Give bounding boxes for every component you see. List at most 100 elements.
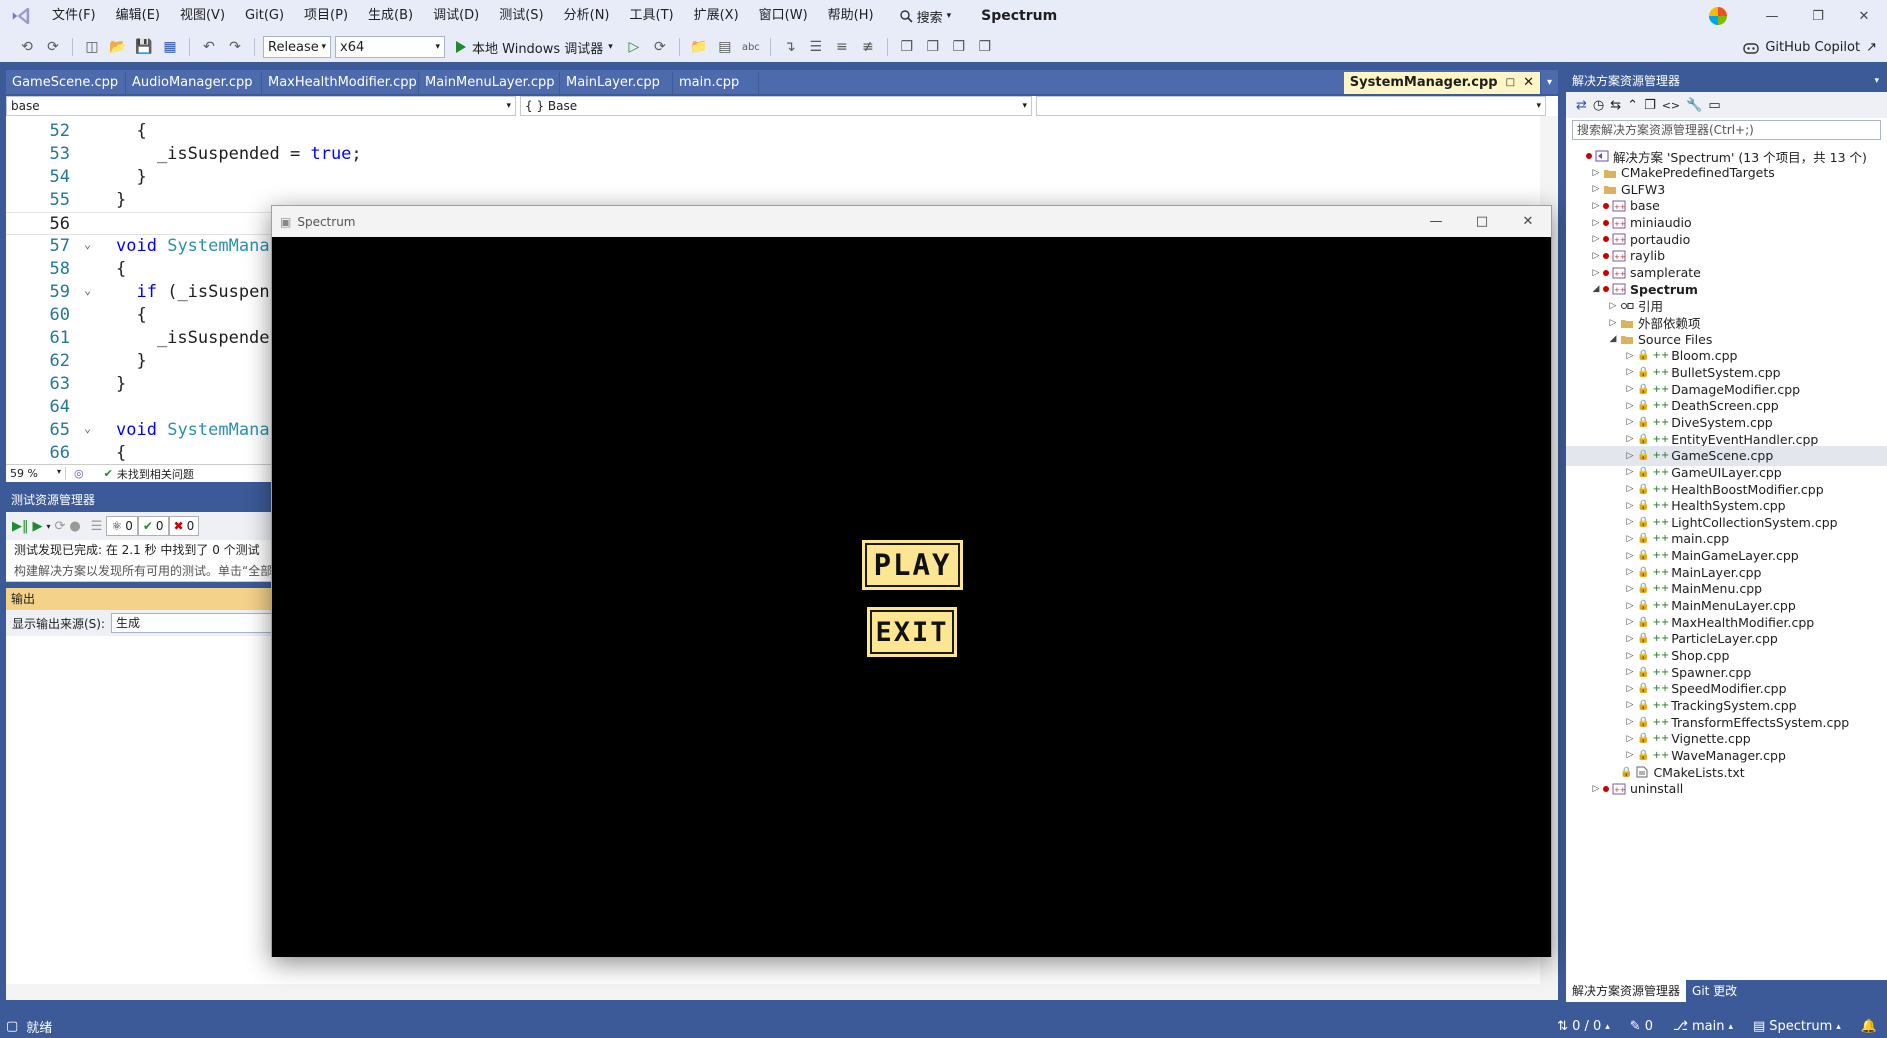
bottom-tab[interactable]: Git 更改 bbox=[1686, 980, 1743, 1002]
edit-count[interactable]: ✎ 0 bbox=[1620, 1019, 1663, 1034]
game-window[interactable]: ▣ Spectrum — □ ✕ PLAY EXIT bbox=[271, 205, 1552, 957]
expander-icon[interactable]: ▷ bbox=[1589, 184, 1603, 194]
menu-item[interactable]: 文件(F) bbox=[42, 0, 106, 32]
test-count-passed[interactable]: ✔ 0 bbox=[137, 516, 169, 536]
expander-icon[interactable]: ▷ bbox=[1623, 584, 1637, 594]
expander-icon[interactable]: ▷ bbox=[1623, 467, 1637, 477]
back-icon[interactable]: ⟲ bbox=[16, 36, 38, 58]
bookmark-icon[interactable]: ❒ bbox=[896, 36, 918, 58]
chevron-down-icon[interactable]: ▾ bbox=[47, 522, 51, 531]
github-copilot-button[interactable]: GitHub Copilot ↗ bbox=[1743, 40, 1887, 55]
new-project-icon[interactable]: ◫ bbox=[81, 36, 103, 58]
save-icon[interactable]: 💾 bbox=[133, 36, 155, 58]
open-folder-icon[interactable]: 📂 bbox=[107, 36, 129, 58]
comment-icon[interactable]: ≡ bbox=[831, 36, 853, 58]
tab-document[interactable]: MainMenuLayer.cpp bbox=[419, 72, 560, 94]
editor-horizontal-scrollbar[interactable] bbox=[6, 984, 1540, 1000]
expander-icon[interactable]: ▷ bbox=[1623, 617, 1637, 627]
share-icon[interactable]: ↗ bbox=[1866, 40, 1877, 55]
expander-icon[interactable]: ▷ bbox=[1623, 634, 1637, 644]
game-minimize-button[interactable]: — bbox=[1413, 206, 1459, 238]
expander-icon[interactable]: ▷ bbox=[1623, 417, 1637, 427]
panel-options-icon[interactable]: ▾ bbox=[1874, 70, 1879, 92]
menu-item[interactable]: 窗口(W) bbox=[749, 0, 818, 32]
expander-icon[interactable]: ▷ bbox=[1623, 534, 1637, 544]
restart-icon[interactable]: ⟳ bbox=[649, 36, 671, 58]
undo-icon[interactable]: ↶ bbox=[198, 36, 220, 58]
expander-icon[interactable]: ◢ bbox=[1589, 284, 1603, 294]
expander-icon[interactable]: ▷ bbox=[1623, 601, 1637, 611]
expander-icon[interactable]: ▷ bbox=[1589, 268, 1603, 278]
branch-selector[interactable]: ⎇ main ▴ bbox=[1663, 1019, 1743, 1034]
start-without-debugging-icon[interactable]: ▷ bbox=[623, 36, 645, 58]
repeat-run-icon[interactable]: ⟳ bbox=[55, 519, 66, 534]
uncomment-icon[interactable]: ≢ bbox=[857, 36, 879, 58]
run-tests-icon[interactable]: ▶ bbox=[33, 519, 43, 534]
prev-bookmark-icon[interactable]: ❒ bbox=[922, 36, 944, 58]
expander-icon[interactable]: ◢ bbox=[1606, 334, 1620, 344]
member-dropdown[interactable]: ▾ bbox=[1036, 96, 1546, 116]
properties-icon[interactable]: 🔧 bbox=[1686, 98, 1702, 113]
expander-icon[interactable]: ▷ bbox=[1623, 501, 1637, 511]
solution-explorer-icon[interactable]: 📁 bbox=[688, 36, 710, 58]
menu-item[interactable]: 编辑(E) bbox=[106, 0, 170, 32]
menu-item[interactable]: 调试(D) bbox=[423, 0, 489, 32]
fold-toggle-icon[interactable]: ⌄ bbox=[84, 233, 91, 256]
layout-icon[interactable]: ▤ bbox=[714, 36, 736, 58]
fold-toggle-icon[interactable]: ⌄ bbox=[84, 417, 91, 440]
expander-icon[interactable]: ▷ bbox=[1623, 451, 1637, 461]
expander-icon[interactable]: ▷ bbox=[1589, 251, 1603, 261]
expander-icon[interactable]: ▷ bbox=[1623, 351, 1637, 361]
swap-views-icon[interactable]: ⇆ bbox=[1610, 98, 1621, 113]
tab-document[interactable]: main.cpp bbox=[673, 72, 759, 94]
forward-icon[interactable]: ⟳ bbox=[42, 36, 64, 58]
expander-icon[interactable]: ▷ bbox=[1623, 401, 1637, 411]
tab-overflow-icon[interactable]: ▾ bbox=[1541, 72, 1558, 94]
code-line[interactable]: 52 { bbox=[6, 120, 1558, 143]
format-icon[interactable]: ☰ bbox=[805, 36, 827, 58]
game-canvas[interactable]: PLAY EXIT bbox=[272, 237, 1551, 957]
expander-icon[interactable]: ▷ bbox=[1623, 667, 1637, 677]
expander-icon[interactable]: ▷ bbox=[1589, 168, 1603, 178]
expander-icon[interactable]: ▷ bbox=[1623, 517, 1637, 527]
playlist-icon[interactable]: ☰ bbox=[91, 519, 103, 534]
solution-search-input[interactable]: 搜索解决方案资源管理器(Ctrl+;) bbox=[1572, 120, 1881, 140]
exit-button[interactable]: EXIT bbox=[870, 610, 954, 654]
menu-item[interactable]: 生成(B) bbox=[358, 0, 423, 32]
expander-icon[interactable]: ▷ bbox=[1623, 367, 1637, 377]
expander-icon[interactable]: ▷ bbox=[1606, 301, 1620, 311]
platform-select[interactable]: x64 ▾ bbox=[335, 36, 445, 58]
preview-icon[interactable]: ▭ bbox=[1708, 98, 1720, 113]
expander-icon[interactable]: ▷ bbox=[1589, 201, 1603, 211]
menu-item[interactable]: 项目(P) bbox=[294, 0, 358, 32]
close-button[interactable]: ✕ bbox=[1841, 0, 1887, 32]
tab-document[interactable]: AudioManager.cpp bbox=[126, 72, 262, 94]
tab-document[interactable]: GameScene.cpp bbox=[6, 72, 126, 94]
expander-icon[interactable]: ▷ bbox=[1623, 434, 1637, 444]
expander-icon[interactable]: ▷ bbox=[1623, 567, 1637, 577]
menu-item[interactable]: 视图(V) bbox=[170, 0, 235, 32]
intellicode-icon[interactable]: ◎ bbox=[74, 467, 84, 480]
close-icon[interactable]: ✕ bbox=[1523, 72, 1534, 94]
expander-icon[interactable]: ▷ bbox=[1589, 784, 1603, 794]
show-all-files-icon[interactable]: ❐ bbox=[1644, 98, 1656, 113]
line-changes[interactable]: ⇅ 0 / 0 ▴ bbox=[1547, 1019, 1620, 1034]
play-button[interactable]: PLAY bbox=[865, 543, 960, 587]
menu-item[interactable]: 分析(N) bbox=[554, 0, 620, 32]
next-bookmark-icon[interactable]: ❒ bbox=[948, 36, 970, 58]
code-line[interactable]: 53 _isSuspended = true; bbox=[6, 143, 1558, 166]
tab-document[interactable]: MainLayer.cpp bbox=[560, 72, 673, 94]
menu-item[interactable]: 测试(S) bbox=[489, 0, 553, 32]
game-maximize-button[interactable]: □ bbox=[1459, 206, 1505, 238]
tree-node[interactable]: ▷ ++ uninstall bbox=[1566, 779, 1887, 799]
pin-icon[interactable]: □ bbox=[1506, 72, 1515, 94]
expander-icon[interactable]: ▷ bbox=[1623, 484, 1637, 494]
menu-item[interactable]: Git(G) bbox=[235, 0, 294, 32]
scope-dropdown[interactable]: { } Base ▾ bbox=[520, 96, 1032, 116]
test-count-failed[interactable]: ✖ 0 bbox=[168, 516, 200, 536]
step-icon[interactable]: ↴ bbox=[779, 36, 801, 58]
menu-item[interactable]: 工具(T) bbox=[620, 0, 684, 32]
notifications-icon[interactable]: 🔔 bbox=[1851, 1019, 1887, 1034]
bottom-tab[interactable]: 解决方案资源管理器 bbox=[1566, 980, 1687, 1002]
copilot-badge-icon[interactable] bbox=[1707, 5, 1729, 27]
